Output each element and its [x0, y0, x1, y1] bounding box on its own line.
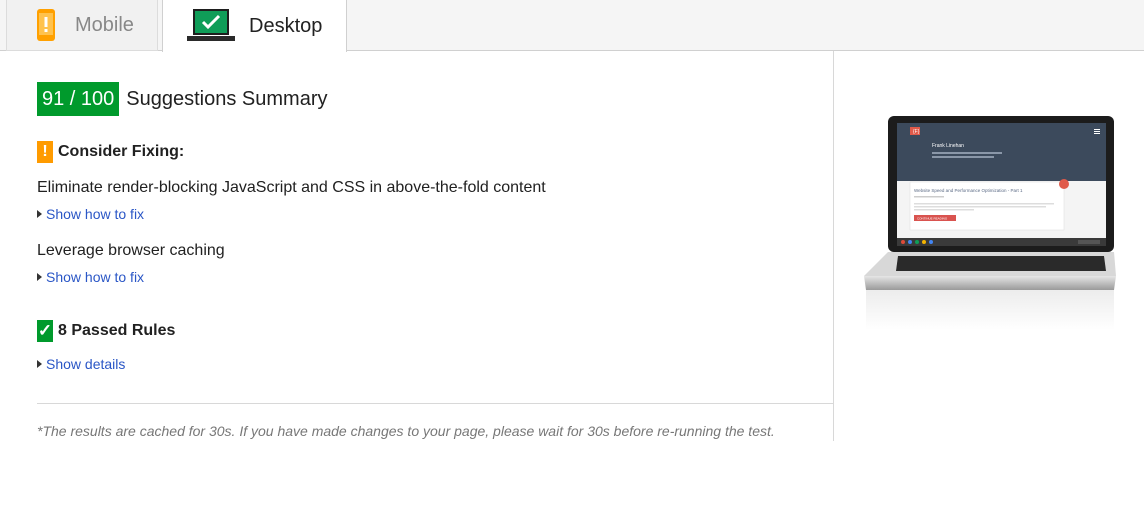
passed-rules-header: ✓ 8 Passed Rules	[37, 320, 175, 342]
tab-mobile[interactable]: Mobile	[6, 0, 158, 51]
expand-triangle-icon	[37, 210, 42, 218]
summary-title: Suggestions Summary	[126, 87, 328, 110]
consider-fixing-title: Consider Fixing:	[58, 143, 185, 160]
tab-mobile-label: Mobile	[75, 13, 134, 36]
passed-rules-title: 8 Passed Rules	[58, 322, 176, 339]
link-label: Show how to fix	[46, 206, 145, 222]
svg-text:{F}: {F}	[913, 129, 920, 135]
consider-fixing-header: ! Consider Fixing:	[37, 141, 184, 163]
monitor-check-icon	[187, 9, 235, 43]
expand-triangle-icon	[37, 360, 42, 368]
show-details-link[interactable]: Show details	[37, 356, 125, 372]
score-row: 91 / 100 Suggestions Summary	[37, 82, 328, 116]
link-label: Show how to fix	[46, 269, 145, 285]
preview-site-name: Frank Linehan	[932, 143, 964, 149]
show-how-to-fix-link-1[interactable]: Show how to fix	[37, 206, 144, 222]
cache-footnote: *The results are cached for 30s. If you …	[37, 423, 775, 439]
phone-warning-icon	[37, 9, 55, 41]
show-how-to-fix-link-2[interactable]: Show how to fix	[37, 269, 144, 285]
tab-desktop-label: Desktop	[249, 14, 323, 37]
results-panel: 91 / 100 Suggestions Summary ! Consider …	[0, 51, 834, 441]
preview-button: CONTINUE READING	[917, 217, 948, 221]
preview-post-title: Website Speed and Performance Optimizati…	[914, 188, 1023, 193]
warning-icon: !	[37, 141, 53, 163]
tab-desktop[interactable]: Desktop	[162, 0, 347, 52]
divider	[37, 403, 834, 404]
rule-render-blocking: Eliminate render-blocking JavaScript and…	[37, 179, 546, 196]
check-icon: ✓	[37, 320, 53, 342]
link-label: Show details	[46, 356, 126, 372]
expand-triangle-icon	[37, 273, 42, 281]
tab-bar: Mobile Desktop	[0, 0, 1144, 52]
score-badge: 91 / 100	[37, 82, 120, 116]
rule-browser-caching: Leverage browser caching	[37, 242, 225, 259]
desktop-preview: {F} Frank Linehan Website Speed and Perf…	[862, 114, 1118, 330]
